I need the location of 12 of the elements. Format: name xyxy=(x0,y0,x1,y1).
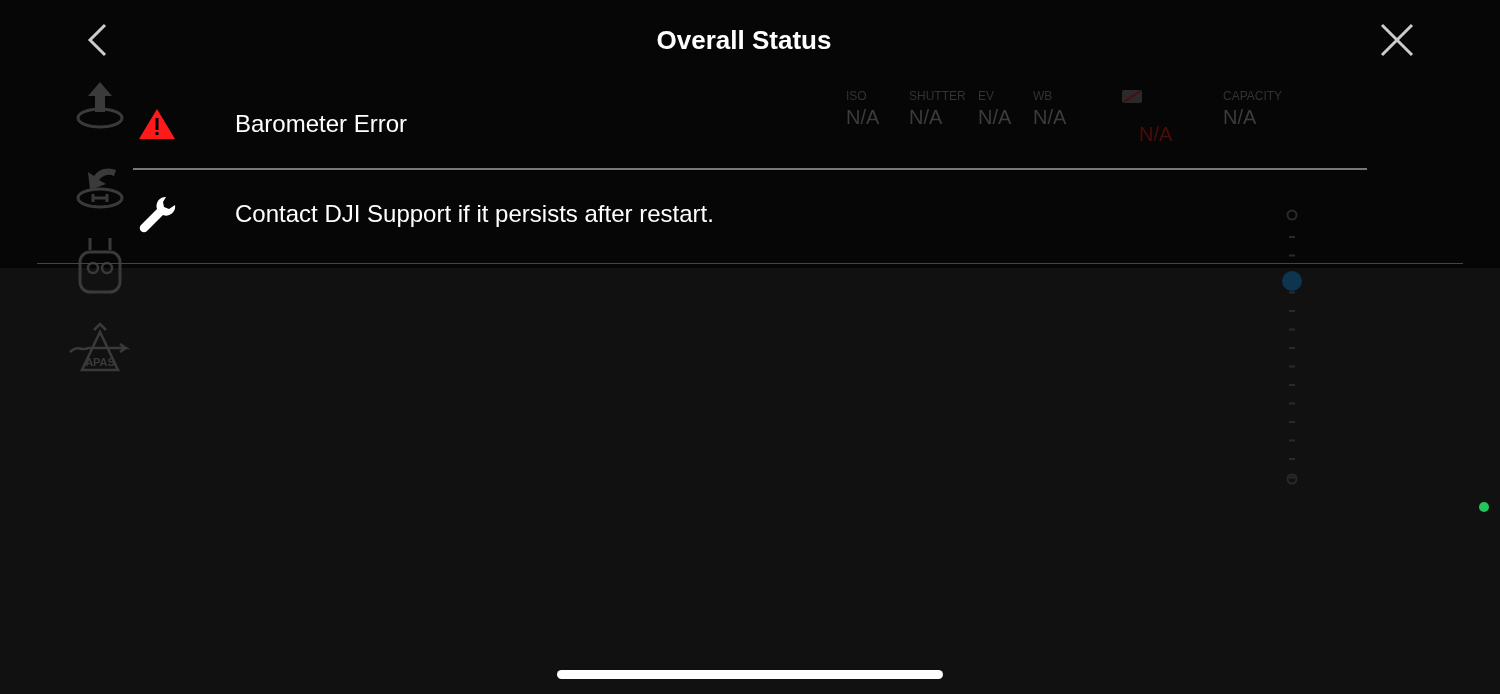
back-icon[interactable] xyxy=(86,23,108,57)
sd-card-icon xyxy=(1122,90,1142,104)
wrench-icon xyxy=(138,195,176,233)
message-text: Contact DJI Support if it persists after restart. xyxy=(235,199,714,229)
zoom-slider[interactable] xyxy=(1282,208,1302,486)
warning-icon xyxy=(138,108,176,140)
close-icon[interactable] xyxy=(1380,23,1414,57)
dialog-title: Overall Status xyxy=(656,23,832,57)
message-text: Barometer Error xyxy=(235,109,408,139)
param-value: N/A xyxy=(1139,123,1173,145)
home-indicator[interactable] xyxy=(557,670,943,679)
slider-thumb[interactable] xyxy=(1282,271,1302,291)
